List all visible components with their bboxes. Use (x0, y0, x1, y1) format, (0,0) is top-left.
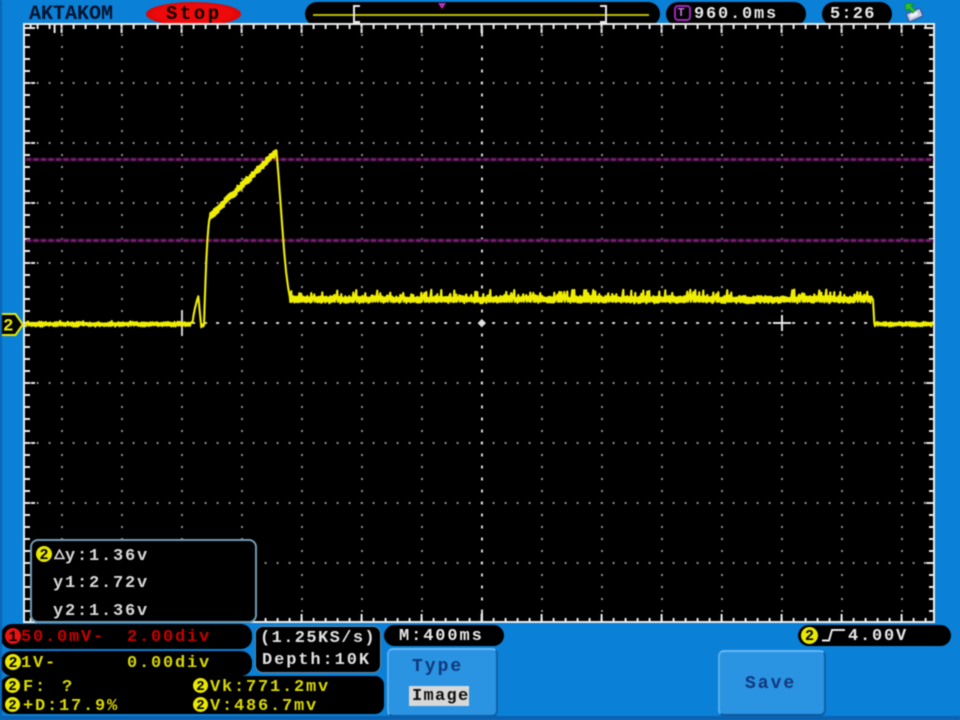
svg-text:2: 2 (3, 316, 14, 335)
